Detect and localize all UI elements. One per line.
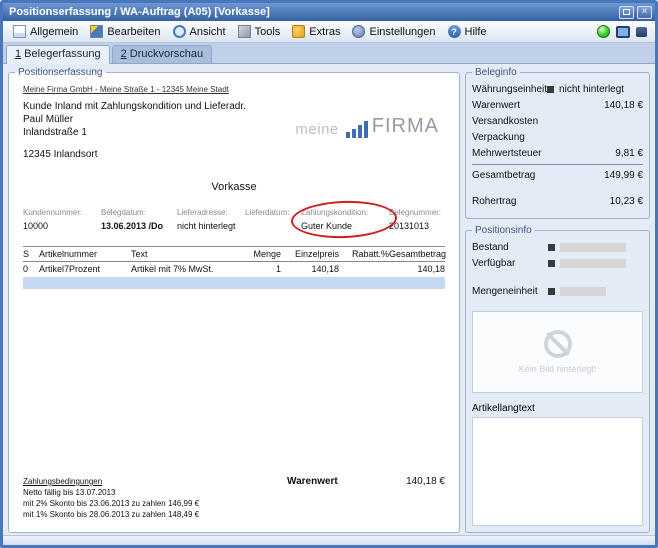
no-image-text: Kein Bild hinterlegt! [519,364,597,374]
document-type: Vorkasse [23,181,445,193]
tools-icon [238,25,251,38]
indicator-square-icon [548,288,555,295]
indicator-square-icon [548,244,555,251]
edit-icon [90,25,103,38]
menu-allgemein[interactable]: Allgemein [7,23,84,40]
field-lieferdatum: Lieferdatum: [245,208,301,232]
menu-einstellungen[interactable]: Einstellungen [346,23,441,40]
pi-row-verfuegbar: Verfügbar [472,255,643,271]
pi-row-mengeneinheit: Mengeneinheit [472,283,643,299]
settings-gear-icon [352,25,365,38]
menu-hilfe[interactable]: ? Hilfe [442,23,493,40]
no-image-icon [544,330,572,358]
footer-total-row: Warenwert 140,18 € [253,476,445,487]
window-title: Positionserfassung / WA-Auftrag (A05) [V… [9,6,616,18]
info-row-versandkosten: Versandkosten [472,113,643,129]
menu-ansicht-label: Ansicht [190,26,226,38]
tab-belegerfassung-label: 1 Belegerfassung [15,48,101,60]
indicator-square-icon [547,86,554,93]
recipient-line: 12345 Inlandsort [23,148,445,161]
field-lieferadresse: Lieferadresse: nicht hinterlegt [177,208,245,232]
payment-terms-line: Netto fällig bis 13.07.2013 [23,487,253,498]
sender-line: Meine Firma GmbH - Meine Straße 1 - 1234… [23,85,445,94]
toolbar-right [597,25,651,38]
document-header-fields: Kundennummer: 10000 Belegdatum: 13.06.20… [23,208,445,232]
info-row-verpackung: Verpackung [472,129,643,145]
beleginfo-legend: Beleginfo [472,67,520,78]
article-image-box[interactable]: Kein Bild hinterlegt! [472,311,643,393]
company-logo: meine FIRMA [295,115,439,138]
field-zahlungskondition: Zahlungskondition: Guter Kunde [301,208,389,232]
restore-icon [623,9,630,15]
info-row-warenwert: Warenwert 140,18 € [472,97,643,113]
table-header-row: S Artikelnummer Text Menge Einzelpreis R… [23,246,445,262]
positions-table: S Artikelnummer Text Menge Einzelpreis R… [23,246,445,289]
info-row-waehrungseinheit: Währungseinheit nicht hinterlegt [472,81,643,97]
pi-row-bestand: Bestand [472,239,643,255]
view-icon [173,25,186,38]
tab-druckvorschau-label: 2 Druckvorschau [121,48,204,60]
info-row-gesamtbetrag: Gesamtbetrag 149,99 € [472,164,643,183]
verfuegbar-value-block [560,259,626,268]
status-bar [3,535,655,545]
logo-text-meine: meine [295,121,338,138]
menu-hilfe-label: Hilfe [465,26,487,38]
menu-bar: Allgemein Bearbeiten Ansicht Tools Extra… [3,21,655,43]
online-status-icon[interactable] [597,25,610,38]
extras-icon [292,25,305,38]
device-icon[interactable] [636,27,647,37]
recipient-line: Kunde Inland mit Zahlungskondition und L… [23,100,445,113]
positionserfassung-legend: Positionserfassung [15,67,106,78]
indicator-square-icon [548,260,555,267]
payment-terms-line: mit 1% Skonto bis 28.06.2013 zu zahlen 1… [23,509,253,520]
document-footer: Zahlungsbedingungen Netto fällig bis 13.… [23,476,445,520]
form-icon [13,25,26,38]
menu-allgemein-label: Allgemein [30,26,78,38]
selected-empty-row[interactable] [23,277,445,289]
title-bar: Positionserfassung / WA-Auftrag (A05) [V… [3,3,655,21]
menu-einstellungen-label: Einstellungen [369,26,435,38]
footer-total-label: Warenwert [287,476,338,487]
menu-tools[interactable]: Tools [232,23,287,40]
menu-bearbeiten-label: Bearbeiten [107,26,160,38]
main-content: Positionserfassung Meine Firma GmbH - Me… [3,64,655,535]
logo-text-firma: FIRMA [372,115,439,138]
table-row[interactable]: 0 Artikel7Prozent Artikel mit 7% MwSt. 1… [23,262,445,276]
menu-bearbeiten[interactable]: Bearbeiten [84,23,166,40]
artikellangtext-box[interactable] [472,417,643,526]
bestand-value-block [560,243,626,252]
info-row-rohertrag: Rohertrag 10,23 € [472,193,643,209]
mengeneinheit-value-block [560,287,606,296]
beleginfo-panel: Beleginfo Währungseinheit nicht hinterle… [465,67,650,219]
info-row-mehrwertsteuer: Mehrwertsteuer 9,81 € [472,145,643,161]
field-belegnummer: Belegnummer: 20131013 [389,208,445,232]
positionserfassung-panel: Positionserfassung Meine Firma GmbH - Me… [8,67,460,533]
menu-extras[interactable]: Extras [286,23,346,40]
payment-terms: Zahlungsbedingungen Netto fällig bis 13.… [23,476,253,520]
field-kundennummer: Kundennummer: 10000 [23,208,101,232]
app-window: Positionserfassung / WA-Auftrag (A05) [V… [0,0,658,548]
tab-bar: 1 Belegerfassung 2 Druckvorschau [3,43,655,64]
tab-belegerfassung[interactable]: 1 Belegerfassung [6,45,110,64]
payment-terms-title: Zahlungsbedingungen [23,476,253,487]
tab-druckvorschau[interactable]: 2 Druckvorschau [112,45,213,63]
menu-ansicht[interactable]: Ansicht [167,23,232,40]
close-button[interactable]: × [637,6,652,19]
help-icon: ? [448,25,461,38]
payment-terms-line: mit 2% Skonto bis 23.06.2013 zu zahlen 1… [23,498,253,509]
artikellangtext-label: Artikellangtext [472,403,643,414]
field-belegdatum: Belegdatum: 13.06.2013 /Do [101,208,177,232]
footer-total-value: 140,18 € [406,476,445,487]
positionsinfo-panel: Positionsinfo Bestand Verfügbar Mengenei… [465,225,650,533]
menu-extras-label: Extras [309,26,340,38]
restore-button[interactable] [619,6,634,19]
menu-tools-label: Tools [255,26,281,38]
monitor-icon[interactable] [616,26,630,38]
document-preview: Meine Firma GmbH - Meine Straße 1 - 1234… [15,81,453,526]
positionsinfo-legend: Positionsinfo [472,225,535,236]
bar-chart-logo-icon [346,121,368,138]
right-column: Beleginfo Währungseinheit nicht hinterle… [465,67,650,533]
